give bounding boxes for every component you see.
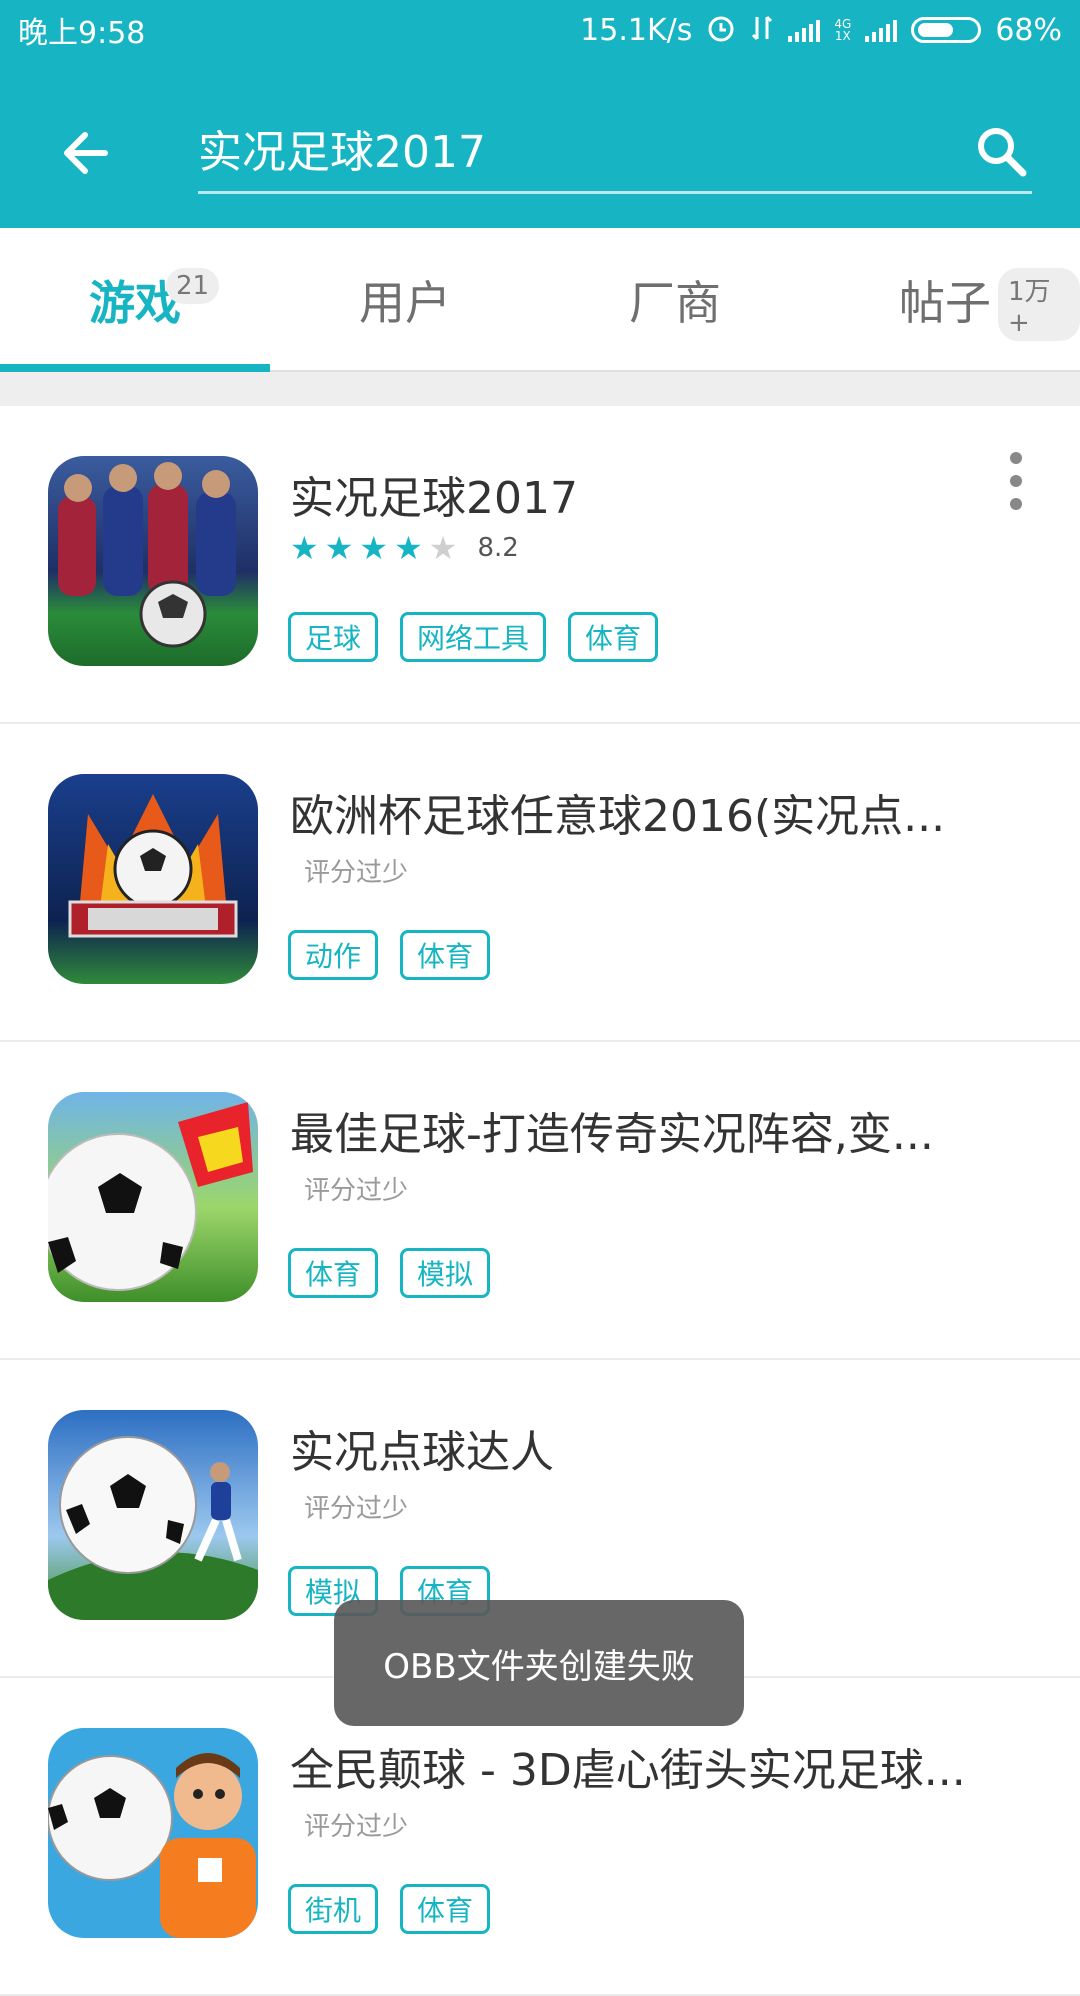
more-options-icon[interactable] (996, 446, 1036, 516)
data-arrows-icon (750, 13, 774, 48)
app-title: 实况点球达人 (290, 1427, 554, 1478)
signal-icon (865, 18, 898, 42)
list-item[interactable]: 欧洲杯足球任意球2016(实况点... 评分过少 动作 体育 (0, 724, 1080, 1042)
result-list: 实况足球2017 ★ ★ ★ ★ ★ 8.2 足球 网络工具 体育 欧洲杯足球任… (0, 406, 1080, 1996)
toast-message: OBB文件夹创建失败 (334, 1600, 744, 1726)
tab-posts[interactable]: 帖子 1万+ (810, 228, 1080, 372)
tag-list: 街机 体育 (288, 1884, 491, 1934)
tag-list: 动作 体育 (288, 930, 491, 980)
tag[interactable]: 体育 (568, 612, 659, 662)
tag[interactable]: 模拟 (400, 1248, 491, 1298)
app-title: 最佳足球-打造传奇实况阵容,变... (290, 1109, 934, 1160)
star-icon: ★ (359, 529, 389, 567)
toast-text: OBB文件夹创建失败 (383, 1646, 695, 1687)
rating-insufficient-label: 评分过少 (304, 1176, 409, 1206)
app-icon-image (48, 774, 258, 984)
star-icon: ★ (290, 529, 319, 567)
tab-count-badge: 21 (166, 268, 220, 304)
star-icon: ★ (324, 529, 354, 567)
tag[interactable]: 体育 (400, 930, 491, 980)
app-title: 全民颠球 - 3D虐心街头实况足球... (290, 1745, 966, 1796)
star-icon: ★ (394, 529, 423, 567)
app-icon-image (48, 1092, 258, 1302)
star-rating: ★ ★ ★ ★ ★ 8.2 (290, 532, 519, 564)
rating-insufficient-label: 评分过少 (304, 1494, 409, 1524)
arrow-left-icon (64, 132, 108, 174)
tag[interactable]: 街机 (288, 1884, 379, 1934)
status-icons: 15.1K/s 4G 1X 68% (580, 13, 1062, 48)
battery-percent: 68% (995, 12, 1062, 48)
net-speed: 15.1K/s (580, 12, 693, 48)
search-button[interactable] (962, 112, 1042, 192)
list-item[interactable]: 最佳足球-打造传奇实况阵容,变... 评分过少 体育 模拟 (0, 1042, 1080, 1360)
tag-list: 足球 网络工具 体育 (288, 612, 659, 662)
tag-list: 体育 模拟 (288, 1248, 491, 1298)
tab-users[interactable]: 用户 (270, 228, 540, 372)
tab-label: 用户 (359, 276, 451, 330)
app-icon-image (48, 1410, 258, 1620)
app-icon-image (48, 1728, 258, 1938)
status-bar: 晚上9:58 15.1K/s 4G 1X 68% (0, 0, 1080, 60)
app-icon-image (48, 456, 258, 666)
search-query-text: 实况足球2017 (198, 126, 486, 178)
tag[interactable]: 网络工具 (400, 612, 547, 662)
signal-icon (788, 18, 821, 42)
battery-icon (911, 17, 982, 43)
tab-count-badge: 1万+ (998, 268, 1080, 341)
back-button[interactable] (44, 112, 126, 194)
tag[interactable]: 体育 (400, 1884, 491, 1934)
alarm-icon (706, 13, 736, 48)
list-item[interactable]: 实况足球2017 ★ ★ ★ ★ ★ 8.2 足球 网络工具 体育 (0, 406, 1080, 724)
app-bar: 实况足球2017 (0, 60, 1080, 228)
tab-label: 帖子 (899, 276, 991, 330)
app-title: 实况足球2017 (290, 473, 578, 524)
net-type-label: 4G 1X (834, 17, 852, 43)
rating-score: 8.2 (477, 533, 519, 563)
tab-vendors[interactable]: 厂商 (540, 228, 810, 372)
tab-label: 厂商 (629, 276, 721, 330)
tab-games[interactable]: 游戏 21 (0, 228, 270, 372)
rating-insufficient-label: 评分过少 (304, 1812, 409, 1842)
tag[interactable]: 体育 (288, 1248, 379, 1298)
star-icon: ★ (428, 529, 458, 567)
rating-insufficient-label: 评分过少 (304, 858, 409, 888)
tag[interactable]: 足球 (288, 612, 379, 662)
section-divider (0, 372, 1080, 406)
status-time: 晚上9:58 (18, 16, 146, 51)
tag[interactable]: 动作 (288, 930, 379, 980)
search-input[interactable]: 实况足球2017 (198, 104, 1032, 194)
category-tabs: 游戏 21 用户 厂商 帖子 1万+ (0, 228, 1080, 372)
app-title: 欧洲杯足球任意球2016(实况点... (290, 791, 946, 842)
search-icon (978, 128, 1027, 177)
